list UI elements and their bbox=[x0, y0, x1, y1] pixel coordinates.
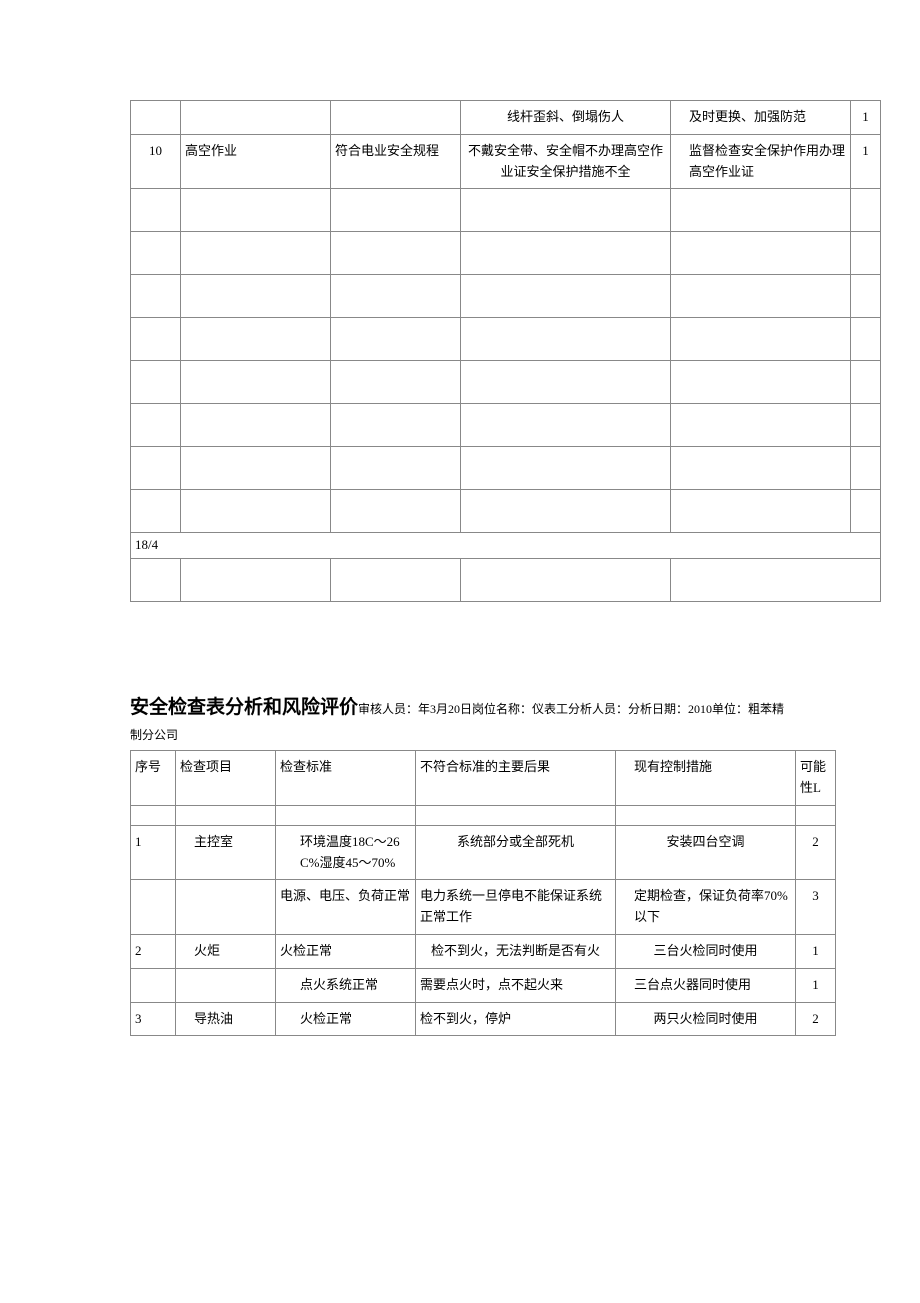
table-row bbox=[131, 490, 881, 533]
cell-val: 1 bbox=[851, 101, 881, 135]
table-row bbox=[131, 805, 836, 825]
cell-item: 导热油 bbox=[176, 1002, 276, 1036]
col-std: 检查标准 bbox=[276, 751, 416, 806]
table-row: 10 高空作业 符合电业安全规程 不戴安全带、安全帽不办理高空作业证安全保护措施… bbox=[131, 134, 881, 189]
section-heading-block: 安全检查表分析和风险评价审核人员：年3月20日岗位名称：仪表工分析人员：分析日期… bbox=[130, 692, 790, 748]
cell-std: 火检正常 bbox=[276, 935, 416, 969]
cell-seq bbox=[131, 880, 176, 935]
cell-val: 1 bbox=[851, 134, 881, 189]
table-row bbox=[131, 559, 881, 602]
cell-ctrl: 安装四台空调 bbox=[616, 825, 796, 880]
table-row: 点火系统正常 需要点火时，点不起火来 三台点火器同时使用 1 bbox=[131, 968, 836, 1002]
cell-seq: 2 bbox=[131, 935, 176, 969]
cell-ctrl: 定期检查，保证负荷率70%以下 bbox=[616, 880, 796, 935]
table-top: 线杆歪斜、倒塌伤人 及时更换、加强防范 1 10 高空作业 符合电业安全规程 不… bbox=[130, 100, 881, 602]
cell-cons: 检不到火，停炉 bbox=[416, 1002, 616, 1036]
cell-cons: 不戴安全带、安全帽不办理高空作业证安全保护措施不全 bbox=[461, 134, 671, 189]
cell-std: 电源、电压、负荷正常 bbox=[276, 880, 416, 935]
table-bottom: 序号 检查项目 检查标准 不符合标准的主要后果 现有控制措施 可能性L 1 主控… bbox=[130, 750, 836, 1036]
table-row bbox=[131, 318, 881, 361]
cell-item: 主控室 bbox=[176, 825, 276, 880]
cell-cons: 检不到火，无法判断是否有火 bbox=[416, 935, 616, 969]
cell-seq: 1 bbox=[131, 825, 176, 880]
cell-item: 高空作业 bbox=[181, 134, 331, 189]
cell-seq: 3 bbox=[131, 1002, 176, 1036]
cell-cons: 系统部分或全部死机 bbox=[416, 825, 616, 880]
cell-seq bbox=[131, 101, 181, 135]
cell-ctrl: 监督检查安全保护作用办理高空作业证 bbox=[671, 134, 851, 189]
table-row bbox=[131, 275, 881, 318]
col-seq: 序号 bbox=[131, 751, 176, 806]
table-row: 18/4 bbox=[131, 533, 881, 559]
cell-item bbox=[176, 968, 276, 1002]
cell-std: 火检正常 bbox=[276, 1002, 416, 1036]
table-row: 电源、电压、负荷正常 电力系统一旦停电不能保证系统正常工作 定期检查，保证负荷率… bbox=[131, 880, 836, 935]
cell-val: 3 bbox=[796, 880, 836, 935]
col-val: 可能性L bbox=[796, 751, 836, 806]
table-header-row: 序号 检查项目 检查标准 不符合标准的主要后果 现有控制措施 可能性L bbox=[131, 751, 836, 806]
cell-ctrl: 及时更换、加强防范 bbox=[671, 101, 851, 135]
cell-cons: 线杆歪斜、倒塌伤人 bbox=[461, 101, 671, 135]
cell-item: 火炬 bbox=[176, 935, 276, 969]
table-row bbox=[131, 447, 881, 490]
cell-std bbox=[331, 101, 461, 135]
cell-ctrl: 三台点火器同时使用 bbox=[616, 968, 796, 1002]
col-item: 检查项目 bbox=[176, 751, 276, 806]
cell-val: 1 bbox=[796, 968, 836, 1002]
cell-val: 2 bbox=[796, 825, 836, 880]
table-row bbox=[131, 189, 881, 232]
cell-std: 环境温度18C～26C%湿度45～70% bbox=[276, 825, 416, 880]
table-row: 1 主控室 环境温度18C～26C%湿度45～70% 系统部分或全部死机 安装四… bbox=[131, 825, 836, 880]
col-cons: 不符合标准的主要后果 bbox=[416, 751, 616, 806]
cell-seq: 10 bbox=[131, 134, 181, 189]
cell-cons: 需要点火时，点不起火来 bbox=[416, 968, 616, 1002]
cell-ctrl: 两只火检同时使用 bbox=[616, 1002, 796, 1036]
cell-seq bbox=[131, 968, 176, 1002]
table-row: 线杆歪斜、倒塌伤人 及时更换、加强防范 1 bbox=[131, 101, 881, 135]
cell-val: 1 bbox=[796, 935, 836, 969]
cell-cons: 电力系统一旦停电不能保证系统正常工作 bbox=[416, 880, 616, 935]
col-ctrl: 现有控制措施 bbox=[616, 751, 796, 806]
cell-item bbox=[176, 880, 276, 935]
table-row bbox=[131, 404, 881, 447]
cell-std: 点火系统正常 bbox=[276, 968, 416, 1002]
cell-val: 2 bbox=[796, 1002, 836, 1036]
table-row: 3 导热油 火检正常 检不到火，停炉 两只火检同时使用 2 bbox=[131, 1002, 836, 1036]
table-row bbox=[131, 232, 881, 275]
table-row: 2 火炬 火检正常 检不到火，无法判断是否有火 三台火检同时使用 1 bbox=[131, 935, 836, 969]
section-title: 安全检查表分析和风险评价 bbox=[130, 697, 358, 718]
cell-ctrl: 三台火检同时使用 bbox=[616, 935, 796, 969]
page-marker: 18/4 bbox=[131, 533, 881, 559]
cell-std: 符合电业安全规程 bbox=[331, 134, 461, 189]
cell-item bbox=[181, 101, 331, 135]
table-row bbox=[131, 361, 881, 404]
